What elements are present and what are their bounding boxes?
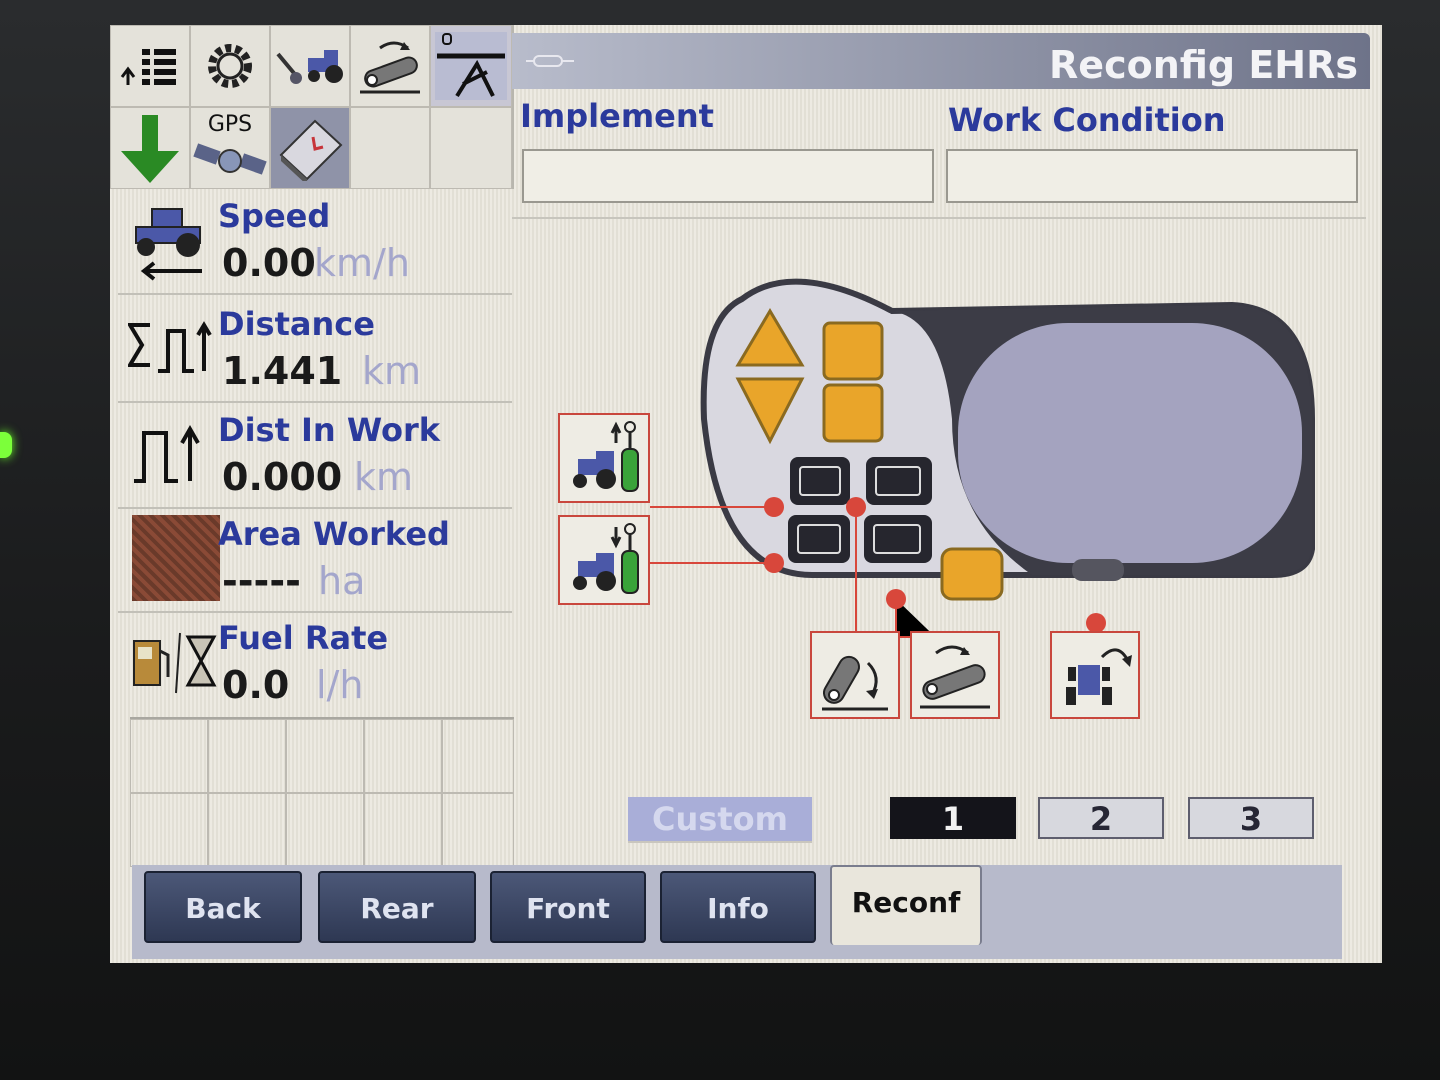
hitch-raise-icon bbox=[822, 655, 888, 711]
settings-cell[interactable] bbox=[190, 25, 270, 107]
shortcut-grid: GPS bbox=[110, 25, 514, 189]
metric-area-worked[interactable]: Area Worked ----- ha bbox=[118, 509, 512, 613]
guidance-cell[interactable] bbox=[430, 25, 512, 107]
download-cell[interactable] bbox=[110, 107, 190, 189]
metric-speed[interactable]: Speed 0.00 km/h bbox=[118, 191, 512, 295]
metric-unit: km/h bbox=[314, 241, 410, 285]
hitch-cell[interactable] bbox=[350, 25, 430, 107]
field-area-icon bbox=[132, 515, 220, 601]
empty-shortcut-cell[interactable] bbox=[430, 107, 512, 189]
mode-option-2[interactable]: 2 bbox=[1038, 797, 1164, 839]
guidance-lock-icon bbox=[435, 32, 507, 100]
connector-dot bbox=[764, 553, 784, 573]
remote-valve-raise-box[interactable] bbox=[558, 413, 650, 503]
gear-icon bbox=[208, 44, 252, 88]
fuel-rate-icon bbox=[133, 632, 217, 694]
tractor-valve-lower-icon bbox=[573, 523, 639, 594]
implement-field[interactable] bbox=[522, 149, 934, 203]
empty-slot-grid bbox=[130, 717, 514, 867]
front-hitch-box[interactable] bbox=[1050, 631, 1140, 719]
metric-distance[interactable]: Distance 1.441 km bbox=[118, 299, 512, 403]
gps-label: GPS bbox=[207, 111, 253, 137]
metric-unit: ha bbox=[318, 559, 366, 603]
gps-cell[interactable]: GPS bbox=[190, 107, 270, 189]
green-down-arrow-icon bbox=[121, 115, 179, 183]
tractor-turn-icon bbox=[1066, 648, 1132, 705]
metric-unit: km bbox=[354, 455, 414, 499]
remote-valve-lower-box[interactable] bbox=[558, 515, 650, 605]
hitch-arm-icon bbox=[360, 41, 420, 94]
mode-option-1[interactable]: 1 bbox=[890, 797, 1016, 839]
metric-value: 0.0 bbox=[222, 663, 290, 707]
hitch-lower-icon bbox=[920, 645, 990, 709]
menu-list-icon bbox=[120, 49, 176, 85]
empty-slot[interactable] bbox=[286, 719, 364, 793]
empty-slot[interactable] bbox=[364, 793, 442, 867]
screen: GPS Reconfig EHRs Implement Work Conditi… bbox=[110, 25, 1382, 963]
custom-button[interactable]: Custom bbox=[628, 797, 812, 843]
orange-side-button[interactable] bbox=[940, 547, 1004, 601]
tab-front[interactable]: Front bbox=[490, 871, 646, 943]
hitch-raise-box[interactable] bbox=[810, 631, 900, 719]
metric-dist-in-work[interactable]: Dist In Work 0.000 km bbox=[118, 405, 512, 509]
metric-value: 0.00 bbox=[222, 241, 316, 285]
tab-reconf[interactable]: Reconf bbox=[830, 865, 982, 945]
tab-back[interactable]: Back bbox=[144, 871, 302, 943]
tractor-speed-icon bbox=[135, 208, 202, 281]
metric-unit: km bbox=[362, 349, 422, 393]
implement-label: Implement bbox=[520, 97, 714, 135]
metric-fuel-rate[interactable]: Fuel Rate 0.0 l/h bbox=[118, 613, 512, 717]
dist-in-work-icon bbox=[134, 424, 200, 483]
empty-slot[interactable] bbox=[364, 719, 442, 793]
ehr-valve-icon bbox=[526, 55, 574, 67]
joystick-palm-rest bbox=[958, 323, 1302, 563]
empty-shortcut-cell[interactable] bbox=[350, 107, 430, 189]
metric-label: Fuel Rate bbox=[218, 619, 389, 657]
menu-list-cell[interactable] bbox=[110, 25, 190, 107]
empty-slot[interactable] bbox=[442, 793, 514, 867]
manual-cell[interactable] bbox=[270, 107, 350, 189]
metric-value: 1.441 bbox=[222, 349, 343, 393]
thumb-wheel[interactable] bbox=[1072, 559, 1124, 581]
hitch-lower-box[interactable] bbox=[910, 631, 1000, 719]
work-condition-label: Work Condition bbox=[948, 101, 1226, 139]
metric-value: ----- bbox=[222, 559, 301, 603]
empty-slot[interactable] bbox=[130, 793, 208, 867]
orange-lower-button[interactable] bbox=[822, 383, 884, 443]
manual-book-icon bbox=[279, 119, 343, 181]
page-title: Reconfig EHRs bbox=[1049, 43, 1358, 87]
empty-slot[interactable] bbox=[208, 719, 286, 793]
metric-label: Dist In Work bbox=[218, 411, 441, 449]
metric-unit: l/h bbox=[316, 663, 364, 707]
orange-upper-button[interactable] bbox=[822, 321, 884, 381]
work-condition-field[interactable] bbox=[946, 149, 1358, 203]
connector-dot bbox=[886, 589, 906, 609]
tab-rear[interactable]: Rear bbox=[318, 871, 476, 943]
metric-label: Speed bbox=[218, 197, 331, 235]
tractor-implement-icon bbox=[276, 50, 343, 84]
tractor-valve-raise-icon bbox=[573, 421, 639, 492]
empty-slot[interactable] bbox=[442, 719, 514, 793]
satellite-icon bbox=[193, 142, 267, 175]
empty-slot[interactable] bbox=[130, 719, 208, 793]
metric-label: Distance bbox=[218, 305, 375, 343]
connector-dot bbox=[764, 497, 784, 517]
implement-tractor-cell[interactable] bbox=[270, 25, 350, 107]
tab-info[interactable]: Info bbox=[660, 871, 816, 943]
empty-slot[interactable] bbox=[286, 793, 364, 867]
metric-label: Area Worked bbox=[218, 515, 450, 553]
metric-value: 0.000 bbox=[222, 455, 343, 499]
sigma-distance-icon bbox=[128, 321, 212, 373]
mode-option-3[interactable]: 3 bbox=[1188, 797, 1314, 839]
connector-dot bbox=[1086, 613, 1106, 633]
connector-dot bbox=[846, 497, 866, 517]
empty-slot[interactable] bbox=[208, 793, 286, 867]
page-header: Reconfig EHRs bbox=[512, 33, 1370, 89]
power-led bbox=[0, 432, 12, 458]
